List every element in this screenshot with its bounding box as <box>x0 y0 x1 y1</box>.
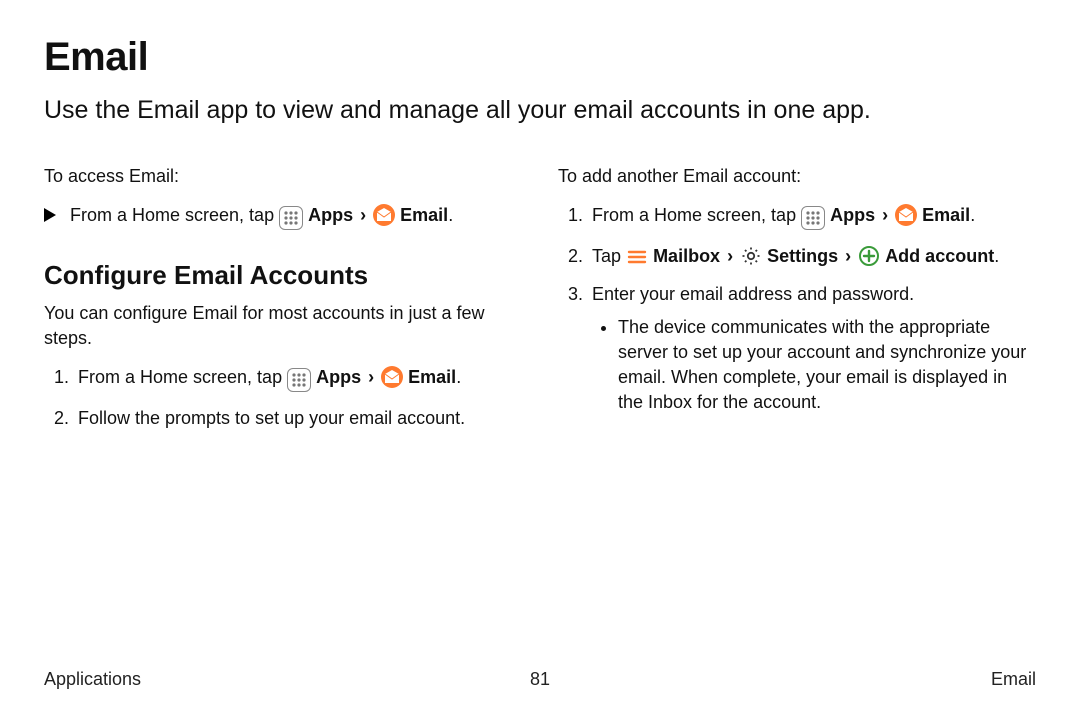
email-icon <box>895 204 917 226</box>
add-account-step-2: Tap Mailbox › <box>588 244 1036 269</box>
text-fragment: Tap <box>592 246 621 266</box>
settings-icon <box>740 245 762 267</box>
mailbox-icon <box>626 246 648 268</box>
text-fragment: . <box>994 246 999 266</box>
apps-label: Apps <box>308 205 353 225</box>
content-columns: To access Email: From a Home screen, tap <box>44 164 1036 445</box>
email-icon <box>381 366 403 388</box>
add-account-label: Add account <box>885 246 994 266</box>
email-icon <box>373 204 395 226</box>
email-label: Email <box>408 367 456 387</box>
configure-step-1: From a Home screen, tap Apps › <box>74 365 522 392</box>
apps-icon <box>801 206 825 230</box>
right-column: To add another Email account: From a Hom… <box>558 164 1036 445</box>
footer-page-number: 81 <box>44 667 1036 692</box>
separator: › <box>360 205 366 225</box>
text-fragment: Enter your email address and password. <box>592 284 914 304</box>
text-fragment: From a Home screen, tap <box>592 205 796 225</box>
text-fragment: . <box>970 205 975 225</box>
page-footer: Applications 81 Email <box>44 667 1036 692</box>
access-email-intro: To access Email: <box>44 164 522 189</box>
separator: › <box>727 246 733 266</box>
left-column: To access Email: From a Home screen, tap <box>44 164 522 445</box>
email-label: Email <box>922 205 970 225</box>
add-account-steps: From a Home screen, tap Apps › <box>558 203 1036 415</box>
apps-label: Apps <box>830 205 875 225</box>
separator: › <box>882 205 888 225</box>
configure-steps: From a Home screen, tap Apps › <box>44 365 522 431</box>
add-account-sub-bullet-1: The device communicates with the appropr… <box>618 315 1036 414</box>
email-label: Email <box>400 205 448 225</box>
configure-step-2: Follow the prompts to set up your email … <box>74 406 522 431</box>
text-fragment: . <box>448 205 453 225</box>
separator: › <box>845 246 851 266</box>
add-account-step-1: From a Home screen, tap Apps › <box>588 203 1036 230</box>
access-email-step: From a Home screen, tap Apps › <box>44 203 522 230</box>
add-account-intro: To add another Email account: <box>558 164 1036 189</box>
add-account-sub-bullets: The device communicates with the appropr… <box>592 315 1036 414</box>
configure-section-desc: You can configure Email for most account… <box>44 301 522 351</box>
page-subtitle: Use the Email app to view and manage all… <box>44 93 1036 128</box>
apps-icon <box>279 206 303 230</box>
add-account-step-3: Enter your email address and password. T… <box>588 282 1036 414</box>
text-fragment: From a Home screen, tap <box>78 367 282 387</box>
access-email-text: From a Home screen, tap Apps › <box>70 203 453 230</box>
apps-icon <box>287 368 311 392</box>
separator: › <box>368 367 374 387</box>
configure-section-heading: Configure Email Accounts <box>44 258 522 294</box>
mailbox-label: Mailbox <box>653 246 720 266</box>
settings-label: Settings <box>767 246 838 266</box>
apps-label: Apps <box>316 367 361 387</box>
page-title: Email <box>44 30 1036 85</box>
text-fragment: From a Home screen, tap <box>70 205 274 225</box>
add-icon <box>858 245 880 267</box>
play-icon <box>44 208 56 222</box>
text-fragment: . <box>456 367 461 387</box>
